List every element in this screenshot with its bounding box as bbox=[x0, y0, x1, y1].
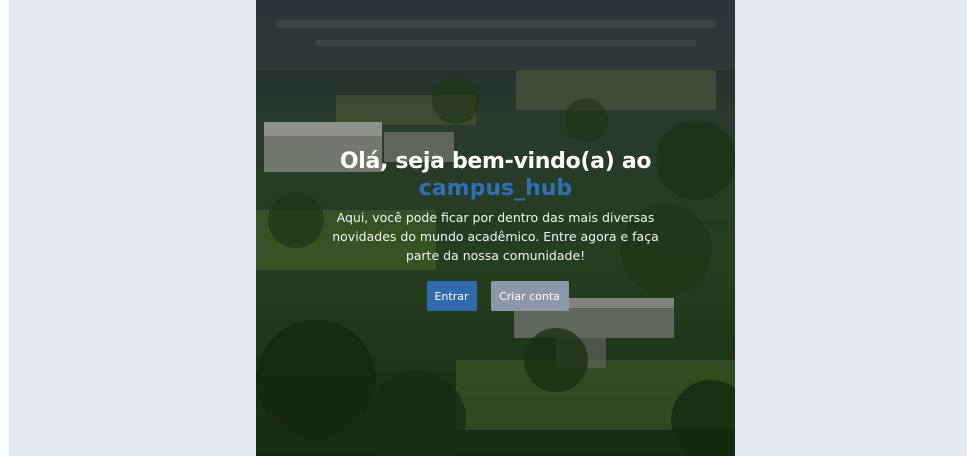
hero-actions: Entrar Criar conta bbox=[256, 281, 735, 311]
create-account-button[interactable]: Criar conta bbox=[490, 281, 569, 311]
brand-name: campus_hub bbox=[418, 176, 573, 201]
login-button[interactable]: Entrar bbox=[426, 281, 477, 311]
hero-section: Olá, seja bem-vindo(a) ao campus_hub Aqu… bbox=[256, 0, 735, 456]
hero-description: Aqui, você pode ficar por dentro das mai… bbox=[332, 210, 659, 263]
hero-headline: Olá, seja bem-vindo(a) ao bbox=[339, 149, 652, 174]
hero-content: Olá, seja bem-vindo(a) ao campus_hub Aqu… bbox=[256, 148, 735, 311]
